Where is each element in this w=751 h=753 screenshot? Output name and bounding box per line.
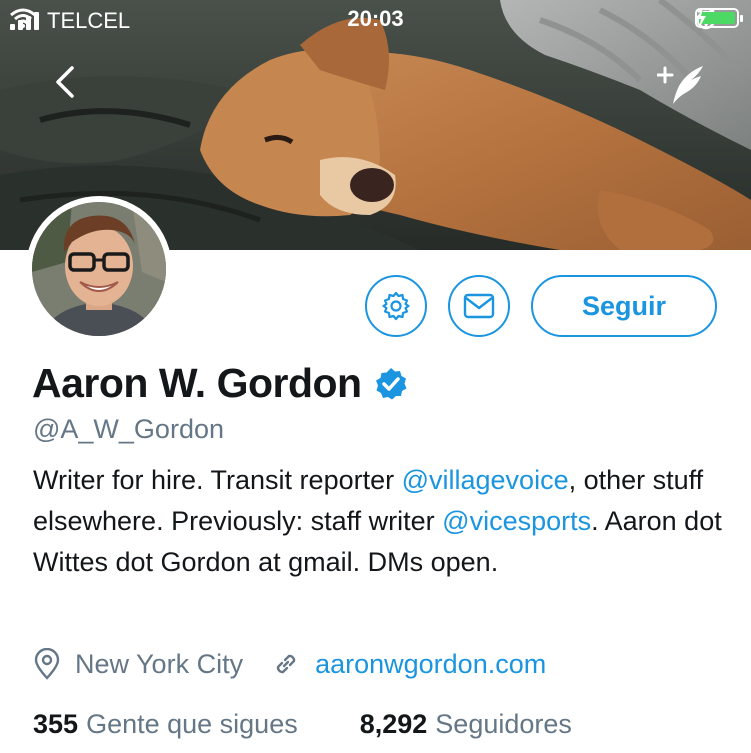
followers-stat[interactable]: 8,292 Seguidores xyxy=(360,709,572,740)
user-handle: @A_W_Gordon xyxy=(33,414,224,444)
compose-tweet-icon xyxy=(657,66,703,104)
location: New York City xyxy=(33,648,243,680)
compose-tweet-button[interactable] xyxy=(657,62,709,110)
followers-count: 8,292 xyxy=(359,709,428,739)
direct-message-button[interactable] xyxy=(448,275,510,337)
location-text: New York City xyxy=(75,648,244,679)
bio-text: Writer for hire. Transit reporter xyxy=(33,465,402,495)
follow-button[interactable]: Seguir xyxy=(531,275,717,337)
following-count: 355 xyxy=(33,709,79,739)
charging-bolt-icon xyxy=(696,8,706,28)
mention-link-villagevoice[interactable]: @villagevoice xyxy=(402,465,569,495)
display-name: Aaron W. Gordon xyxy=(32,360,362,406)
profile-stats: 355 Gente que sigues 8,292 Seguidores xyxy=(33,709,572,740)
settings-button[interactable] xyxy=(365,275,427,337)
chevron-left-icon xyxy=(56,66,74,98)
profile-bio: Writer for hire. Transit reporter @villa… xyxy=(33,460,723,583)
back-button[interactable] xyxy=(48,62,84,102)
website-link[interactable]: aaronwgordon.com xyxy=(315,649,546,680)
gear-icon xyxy=(382,291,410,321)
website[interactable]: aaronwgordon.com xyxy=(271,649,546,680)
location-pin-icon xyxy=(34,648,60,680)
verified-badge-icon xyxy=(375,367,407,399)
envelope-icon xyxy=(463,293,495,319)
profile-meta: New York City aaronwgordon.com xyxy=(33,648,546,680)
status-time: 20:03 xyxy=(347,6,404,31)
link-icon xyxy=(276,654,296,674)
status-bar: TELCEL 20:03 xyxy=(0,0,751,40)
name-row: Aaron W. Gordon xyxy=(32,360,408,407)
following-stat[interactable]: 355 Gente que sigues xyxy=(33,709,298,740)
profile-avatar[interactable] xyxy=(26,196,172,342)
mention-link-vicesports[interactable]: @vicesports xyxy=(442,506,591,536)
avatar-photo xyxy=(32,202,166,336)
followers-label: Seguidores xyxy=(435,709,572,739)
following-label: Gente que sigues xyxy=(86,709,298,739)
